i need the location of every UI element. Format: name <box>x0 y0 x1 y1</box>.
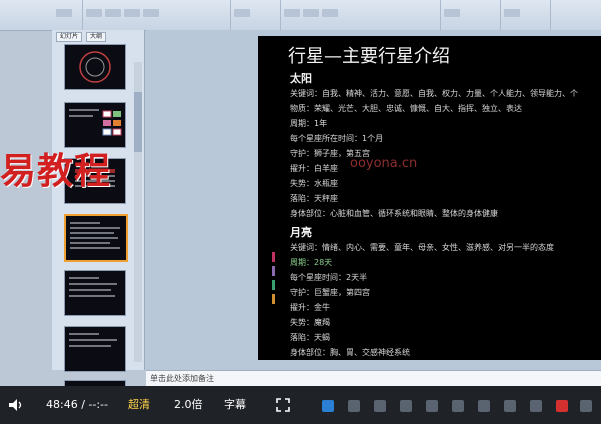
watermark-url: ooyona.cn <box>350 156 418 171</box>
ribbon-button[interactable] <box>105 9 121 17</box>
taskbar-app-icon[interactable] <box>580 400 592 412</box>
input-method-icon[interactable] <box>556 400 568 412</box>
tab-slides[interactable]: 幻灯片 <box>56 32 83 42</box>
zodiac-wheel-icon <box>79 51 111 83</box>
ribbon-group-2 <box>82 0 231 30</box>
playback-time: 48:46 / --:-- <box>46 398 108 411</box>
moon-line: 身体部位：胸、胃、交感神经系统 <box>290 348 410 357</box>
ribbon-button[interactable] <box>86 9 102 17</box>
panel-tabs: 幻灯片 大纲 <box>56 32 108 42</box>
thumb-text-line <box>70 222 100 224</box>
sun-line: 周期：1年 <box>290 119 328 128</box>
thumb-text-line <box>70 242 110 244</box>
ribbon-group-1 <box>52 0 83 30</box>
sun-line: 擢升：白羊座 <box>290 164 338 173</box>
speed-button[interactable]: 2.0倍 <box>174 386 203 424</box>
ribbon-button[interactable] <box>234 9 250 17</box>
sun-line: 关键词：自我、精神、活力、意愿、自我、权力、力量、个人能力、领导能力、个 <box>290 89 578 98</box>
thumb-text-line <box>69 289 111 291</box>
tab-outline[interactable]: 大纲 <box>85 32 106 42</box>
thumb-text-line <box>69 339 117 341</box>
thumb-boxes <box>102 110 122 136</box>
thumb-text-line <box>69 345 111 347</box>
moon-line: 落陷：天蝎 <box>290 333 330 342</box>
slide-thumbnail-4-selected[interactable] <box>64 214 128 262</box>
subtitle-button[interactable]: 字幕 <box>224 386 246 424</box>
ribbon-group-4 <box>280 0 441 30</box>
edge-icon[interactable] <box>322 400 334 412</box>
ribbon-group-5 <box>440 0 501 30</box>
sun-line: 物质：荣耀、光芒、大胆、忠诚、慷慨、自大、指挥、独立、表达 <box>290 104 522 113</box>
moon-line: 守护：巨蟹座，第四宫 <box>290 288 370 297</box>
thumb-text-line <box>70 227 120 229</box>
slide-title[interactable]: 行星—主要行星介绍 <box>288 42 450 68</box>
fullscreen-icon[interactable] <box>276 398 290 412</box>
ribbon-group-3 <box>230 0 281 30</box>
slide-thumbnail-5[interactable] <box>64 270 126 316</box>
taskbar-app-icon[interactable] <box>348 400 360 412</box>
taskbar-app-icon[interactable] <box>530 400 542 412</box>
ribbon-group-6 <box>500 0 551 30</box>
taskbar-app-icon[interactable] <box>478 400 490 412</box>
slide-thumbnail-1[interactable] <box>64 44 126 90</box>
accent-bar <box>272 294 275 304</box>
watermark-text: 易教程 <box>0 151 112 192</box>
quality-button[interactable]: 超清 <box>128 386 150 424</box>
thumb-text-line <box>69 295 115 297</box>
sun-line: 落陷：天秤座 <box>290 194 338 203</box>
thumb-text-line <box>70 247 120 249</box>
thumb-text-line <box>69 277 99 279</box>
thumb-text-line <box>69 333 99 335</box>
ribbon-button[interactable] <box>504 9 520 17</box>
ribbon-button[interactable] <box>56 9 72 17</box>
sun-line: 每个星座所在时间：1个月 <box>290 134 384 143</box>
accent-bar <box>272 280 275 290</box>
slide-thumbnail-panel: 幻灯片 大纲 <box>52 30 145 390</box>
taskbar-app-icon[interactable] <box>426 400 438 412</box>
thumbnail-scrollbar[interactable] <box>134 62 142 362</box>
taskbar-app-icon[interactable] <box>400 400 412 412</box>
ribbon-button[interactable] <box>322 9 338 17</box>
thumb-text-line <box>69 283 117 285</box>
thumb-text-line <box>70 237 118 239</box>
ribbon-button[interactable] <box>303 9 319 17</box>
notes-pane[interactable]: 单击此处添加备注 <box>146 370 601 387</box>
taskbar-app-icon[interactable] <box>374 400 386 412</box>
taskbar-app-icon[interactable] <box>504 400 516 412</box>
moon-line: 每个星座时间：2天半 <box>290 273 368 282</box>
ribbon-button[interactable] <box>124 9 140 17</box>
slide[interactable]: 行星—主要行星介绍 太阳 关键词：自我、精神、活力、意愿、自我、权力、力量、个人… <box>258 36 601 360</box>
accent-bar <box>272 252 275 262</box>
video-player-bar: 48:46 / --:-- 超清 2.0倍 字幕 <box>0 386 601 424</box>
accent-bar <box>272 266 275 276</box>
thumb-text-line <box>70 232 114 234</box>
ribbon-button[interactable] <box>143 9 159 17</box>
ribbon-button[interactable] <box>444 9 460 17</box>
volume-icon[interactable] <box>8 398 24 412</box>
slide-thumbnail-6[interactable] <box>64 326 126 372</box>
moon-line: 关键词：情绪、内心、需要、童年、母亲、女性、滋养感、对另一半的态度 <box>290 243 554 252</box>
sun-line: 身体部位：心脏和血管、循环系统和眼睛、整体的身体健康 <box>290 209 498 218</box>
moon-line: 失势：魔羯 <box>290 318 330 327</box>
moon-line: 擢升：金牛 <box>290 303 330 312</box>
sun-line: 失势：水瓶座 <box>290 179 338 188</box>
moon-line: 周期：28天 <box>290 258 333 267</box>
section-heading-sun: 太阳 <box>290 72 312 85</box>
ribbon-toolbar <box>0 0 601 31</box>
scrollbar-thumb[interactable] <box>134 92 142 152</box>
taskbar-app-icon[interactable] <box>452 400 464 412</box>
section-heading-moon: 月亮 <box>290 226 312 239</box>
ribbon-button[interactable] <box>284 9 300 17</box>
